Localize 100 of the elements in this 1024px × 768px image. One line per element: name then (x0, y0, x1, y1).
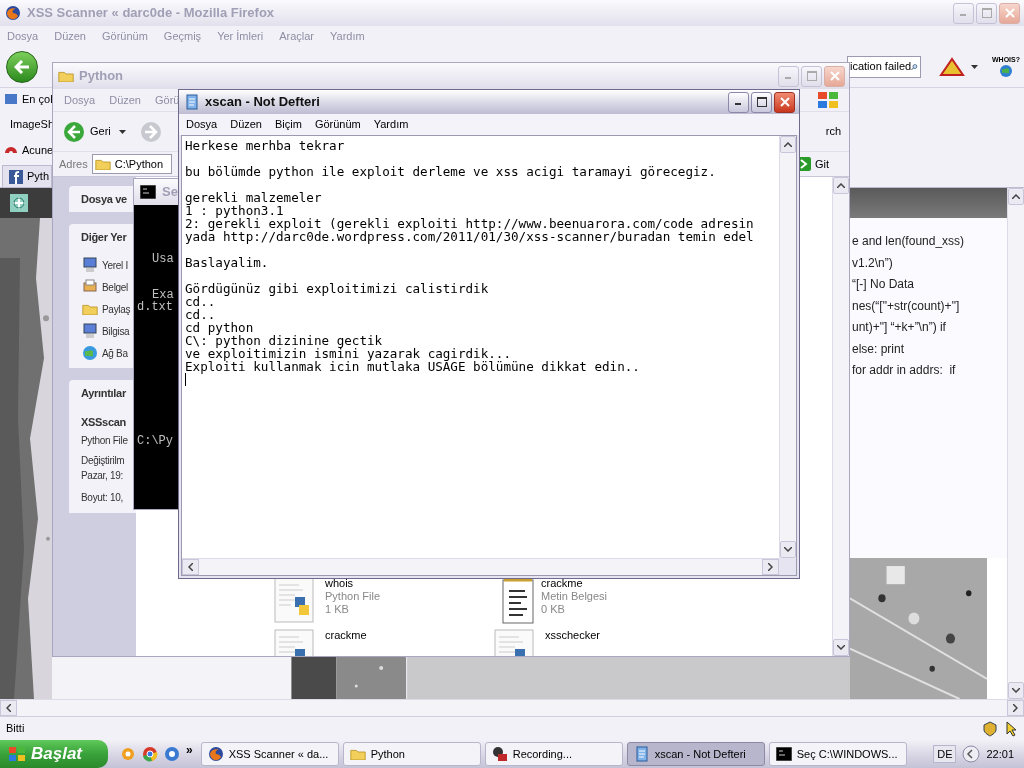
cursor-icon (1006, 720, 1018, 737)
file-type: Python File (325, 590, 381, 603)
address-value: C:\Python (114, 156, 164, 172)
more-button[interactable]: » (186, 741, 193, 759)
scroll-down-icon (837, 645, 845, 650)
pane-link[interactable]: Belgel (82, 278, 128, 296)
scroll-up-icon (1012, 194, 1020, 199)
bookmark-link[interactable]: En çol (0, 90, 53, 108)
minimize-button[interactable] (728, 91, 749, 113)
scroll-down-icon (784, 547, 792, 552)
maximize-icon (981, 8, 992, 18)
vertical-scrollbar[interactable] (1007, 188, 1024, 699)
menu-item[interactable]: Yardım (373, 116, 409, 133)
pane-title[interactable]: Ayrıntılar (81, 380, 126, 406)
text-line: ve exploitimizin ismini yazarak cagirdik... (185, 347, 512, 360)
horizontal-scrollbar[interactable] (0, 699, 1024, 716)
back-button[interactable] (6, 50, 38, 83)
globe-icon (999, 63, 1013, 78)
firefox-icon (207, 746, 224, 762)
pane-link[interactable]: Bilgisa (82, 322, 130, 340)
taskbar-button[interactable]: xscan - Not Defteri (626, 742, 765, 766)
gear-icon[interactable] (120, 746, 136, 762)
text-line: Exploiti kullanmak icin mutlaka USAGE bölümüne dikkat edin.. (185, 360, 641, 373)
maximize-button[interactable] (751, 91, 772, 113)
text-area[interactable] (182, 136, 779, 558)
file-name[interactable]: xsschecker (545, 629, 601, 642)
folder-icon (94, 157, 111, 171)
detail-text: Değiştirilm (81, 454, 125, 466)
search-value: ication failed (850, 59, 912, 75)
clock: 22:01 (986, 746, 1014, 762)
text-line: 2: gerekli exploit (gerekli exploiti http://www.beenuarora.com/code adresin (185, 217, 755, 230)
taskbar-button[interactable]: XSS Scanner « da... (200, 742, 339, 766)
close-icon (829, 71, 840, 81)
code-text: e and len(found_xss) (852, 233, 966, 250)
windows-flag-icon (8, 746, 26, 762)
pane-title[interactable]: Dosya ve (81, 186, 127, 212)
text-line: cd.. (185, 295, 216, 308)
search-button[interactable]: rch (825, 123, 841, 140)
detail-text: Pazar, 19: (81, 468, 124, 483)
code-text: else: print (852, 340, 906, 358)
status-text: Bitti (6, 721, 25, 737)
menu-item[interactable]: Biçim (275, 116, 302, 133)
window-title: Se (162, 183, 178, 202)
text-line: Herkese merhba tekrar (185, 139, 346, 152)
dropdown-arrow-icon[interactable] (118, 129, 126, 134)
code-text: nes(“["+str(count)+"] (852, 297, 961, 315)
console-text: d.txt (137, 301, 174, 313)
taskbar-button[interactable]: Seç C:\WINDOWS... (768, 742, 907, 766)
console-icon (775, 747, 792, 761)
search-field[interactable]: ication failed (847, 55, 921, 78)
address-field[interactable]: C:\Python (91, 154, 172, 174)
pane-link[interactable]: Ağ Ba (82, 344, 128, 362)
record-icon (491, 746, 508, 762)
computer-icon (82, 257, 98, 273)
scroll-left-icon (6, 704, 11, 712)
bookmark-link[interactable]: ImageSh (0, 115, 55, 133)
menu-item[interactable]: Düzen (230, 116, 262, 133)
menu-item[interactable]: Dosya (186, 116, 218, 133)
browser-tab[interactable]: Pyth (2, 165, 52, 187)
vertical-scrollbar[interactable] (832, 177, 849, 656)
console-text: C:\Py (137, 435, 174, 447)
detail-text: Boyut: 10, (81, 490, 124, 505)
folder-icon (58, 69, 74, 83)
file-name[interactable]: crackme (541, 577, 608, 590)
document-icon (82, 279, 98, 295)
text-line: 1 : python3.1 (185, 204, 284, 217)
notepad-icon (184, 94, 200, 110)
chrome-icon[interactable] (142, 746, 158, 762)
taskbar-button[interactable]: Python (342, 742, 481, 766)
text-line: cd python (185, 321, 254, 334)
bookmark-link[interactable]: Acune (0, 141, 54, 159)
dropdown-arrow-icon[interactable] (971, 64, 978, 69)
detail-text: Python File (81, 433, 128, 448)
toolbar-logo-icon[interactable] (939, 56, 965, 77)
window-title: Python (79, 67, 124, 86)
pane-link[interactable]: Yerel I (82, 256, 128, 274)
text-line: gerekli malzemeler (185, 191, 323, 204)
text-line: Baslayalim. (185, 256, 270, 269)
file-size: 0 KB (541, 603, 566, 616)
facebook-icon (9, 169, 23, 184)
pane-link[interactable]: Paylaş (82, 300, 131, 318)
scroll-right-icon (1013, 704, 1018, 712)
grid-icon[interactable] (10, 194, 28, 212)
scroll-left-icon (188, 563, 193, 571)
taskbar-button[interactable]: Recording... (484, 742, 623, 766)
notepad-icon (633, 746, 650, 762)
file-name[interactable]: whois (325, 577, 381, 590)
pane-title[interactable]: Diğer Yer (81, 224, 127, 250)
vertical-scrollbar[interactable] (779, 136, 796, 558)
file-name[interactable]: crackme (325, 629, 367, 642)
menu-item[interactable]: Görünüm (314, 116, 361, 133)
horizontal-scrollbar[interactable] (182, 558, 779, 575)
browser-icon[interactable] (164, 746, 180, 762)
file-size: 1 KB (325, 603, 350, 616)
close-button[interactable] (774, 91, 795, 113)
text-file-icon (501, 577, 535, 625)
language-indicator[interactable]: DE (933, 744, 957, 764)
window-title: XSS Scanner « darc0de - Mozilla Firefox (27, 4, 275, 23)
folder-icon (82, 302, 98, 316)
back-button[interactable]: Geri (63, 120, 111, 143)
